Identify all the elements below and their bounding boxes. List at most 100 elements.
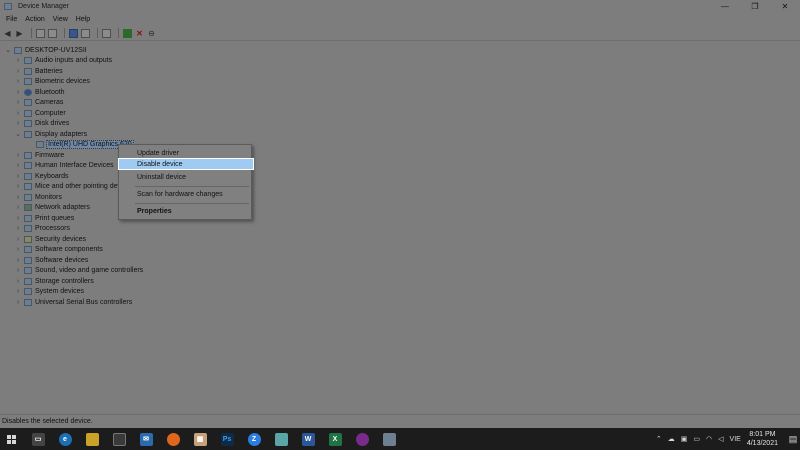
tree-item[interactable]: › Universal Serial Bus controllers: [14, 297, 132, 307]
photoshop-icon[interactable]: Ps: [216, 428, 238, 450]
excel-icon[interactable]: X: [324, 428, 346, 450]
properties-menu-item[interactable]: Properties: [119, 205, 251, 217]
printer-icon: [24, 214, 32, 222]
tree-item[interactable]: › Mice and other pointing devices: [14, 181, 133, 191]
update-driver-icon[interactable]: [123, 28, 132, 38]
tree-item[interactable]: › Processors: [14, 223, 70, 233]
chevron-right-icon[interactable]: ›: [14, 257, 22, 264]
close-button[interactable]: ✕: [770, 0, 800, 13]
chevron-right-icon[interactable]: ›: [14, 173, 22, 180]
chevron-right-icon[interactable]: ›: [14, 225, 22, 232]
chevron-right-icon[interactable]: ›: [14, 152, 22, 159]
app-grid-icon[interactable]: ▦: [189, 428, 211, 450]
word-icon[interactable]: W: [297, 428, 319, 450]
minimize-button[interactable]: —: [710, 0, 740, 13]
scan-hardware-menu-item[interactable]: Scan for hardware changes: [119, 188, 251, 200]
language-indicator[interactable]: VIE: [730, 436, 741, 443]
chevron-right-icon[interactable]: ›: [14, 246, 22, 253]
tree-item[interactable]: › Bluetooth: [14, 87, 65, 97]
battery-icon[interactable]: ▭: [693, 435, 700, 443]
tree-item[interactable]: › Disk drives: [14, 118, 69, 128]
help-icon[interactable]: [69, 28, 78, 38]
tree-item[interactable]: › Software components: [14, 244, 103, 254]
tree-item[interactable]: › Storage controllers: [14, 276, 94, 286]
cloud-icon[interactable]: ☁: [668, 435, 675, 443]
chevron-right-icon[interactable]: ›: [14, 57, 22, 64]
uninstall-device-menu-item[interactable]: Uninstall device: [119, 171, 251, 183]
notification-icon[interactable]: ▤: [786, 428, 800, 450]
mail-icon[interactable]: ✉: [135, 428, 157, 450]
zalo-icon[interactable]: Z: [243, 428, 265, 450]
menu-view[interactable]: View: [49, 16, 72, 23]
tree-item[interactable]: › Network adapters: [14, 202, 90, 212]
tree-item[interactable]: › Monitors: [14, 192, 62, 202]
tree-item[interactable]: › Print queues: [14, 213, 74, 223]
network-icon[interactable]: ▣: [681, 435, 688, 443]
tree-item[interactable]: ⌄ Display adapters: [14, 129, 87, 139]
menu-file[interactable]: File: [2, 16, 21, 23]
chevron-up-icon[interactable]: ⌃: [656, 435, 662, 443]
tree-item[interactable]: › Sound, video and game controllers: [14, 265, 143, 275]
disable-device-icon[interactable]: ⊖: [147, 29, 156, 38]
show-hidden-icon[interactable]: [81, 28, 90, 38]
chevron-right-icon[interactable]: ›: [14, 204, 22, 211]
store-icon[interactable]: [108, 428, 130, 450]
tree-item[interactable]: › Firmware: [14, 150, 64, 160]
chevron-right-icon[interactable]: ›: [14, 68, 22, 75]
chevron-right-icon[interactable]: ›: [14, 267, 22, 274]
tree-item[interactable]: › Software devices: [14, 255, 88, 265]
start-button[interactable]: [0, 428, 22, 450]
tree-item[interactable]: › Biometric devices: [14, 76, 90, 86]
clock[interactable]: 8:01 PM 4/13/2021: [747, 430, 778, 448]
tree-item[interactable]: › Cameras: [14, 97, 63, 107]
chevron-right-icon[interactable]: ›: [14, 183, 22, 190]
computer-icon: [14, 46, 22, 54]
speaker-icon: [24, 56, 32, 64]
volume-icon[interactable]: ◁: [718, 435, 723, 443]
app-icon[interactable]: [351, 428, 373, 450]
camera-icon: [24, 98, 32, 106]
tree-item[interactable]: › Audio inputs and outputs: [14, 55, 112, 65]
tree-item[interactable]: › Computer: [14, 108, 66, 118]
tree-item[interactable]: › Keyboards: [14, 171, 68, 181]
tree-item[interactable]: › Human Interface Devices: [14, 160, 114, 170]
firefox-icon[interactable]: [162, 428, 184, 450]
file-explorer-icon[interactable]: [81, 428, 103, 450]
chevron-right-icon[interactable]: ›: [14, 288, 22, 295]
tree-item[interactable]: › Security devices: [14, 234, 86, 244]
back-icon[interactable]: ◀: [3, 29, 12, 38]
tree-item[interactable]: › System devices: [14, 286, 84, 296]
menu-bar: File Action View Help: [0, 13, 800, 26]
tree-item-selected[interactable]: Intel(R) UHD Graphics 620: [26, 139, 134, 149]
tree-root[interactable]: ⌄ DESKTOP-UV12SII: [4, 45, 87, 55]
chevron-down-icon[interactable]: ⌄: [14, 130, 22, 138]
chevron-right-icon[interactable]: ›: [14, 162, 22, 169]
show-hide-tree-icon[interactable]: [36, 28, 45, 38]
chevron-right-icon[interactable]: ›: [14, 215, 22, 222]
app-icon[interactable]: [270, 428, 292, 450]
edge-icon[interactable]: e: [54, 428, 76, 450]
chevron-right-icon[interactable]: ›: [14, 278, 22, 285]
device-manager-icon: [4, 3, 12, 10]
disable-device-menu-item[interactable]: Disable device: [118, 158, 254, 170]
menu-help[interactable]: Help: [72, 16, 94, 23]
chevron-right-icon[interactable]: ›: [14, 236, 22, 243]
chevron-right-icon[interactable]: ›: [14, 78, 22, 85]
chevron-right-icon[interactable]: ›: [14, 110, 22, 117]
maximize-button[interactable]: ❐: [740, 0, 770, 13]
chevron-right-icon[interactable]: ›: [14, 89, 22, 96]
chevron-right-icon[interactable]: ›: [14, 99, 22, 106]
device-manager-taskbar-icon[interactable]: [378, 428, 400, 450]
chevron-right-icon[interactable]: ›: [14, 299, 22, 306]
tree-item[interactable]: › Batteries: [14, 66, 63, 76]
forward-icon[interactable]: ▶: [15, 29, 24, 38]
wifi-icon[interactable]: ◠: [706, 435, 712, 443]
task-view-icon[interactable]: ▭: [27, 428, 49, 450]
uninstall-icon[interactable]: ✕: [135, 29, 144, 38]
menu-action[interactable]: Action: [21, 16, 48, 23]
scan-hardware-icon[interactable]: [102, 28, 111, 38]
chevron-right-icon[interactable]: ›: [14, 120, 22, 127]
chevron-down-icon[interactable]: ⌄: [4, 46, 12, 54]
properties-icon[interactable]: [48, 28, 57, 38]
chevron-right-icon[interactable]: ›: [14, 194, 22, 201]
